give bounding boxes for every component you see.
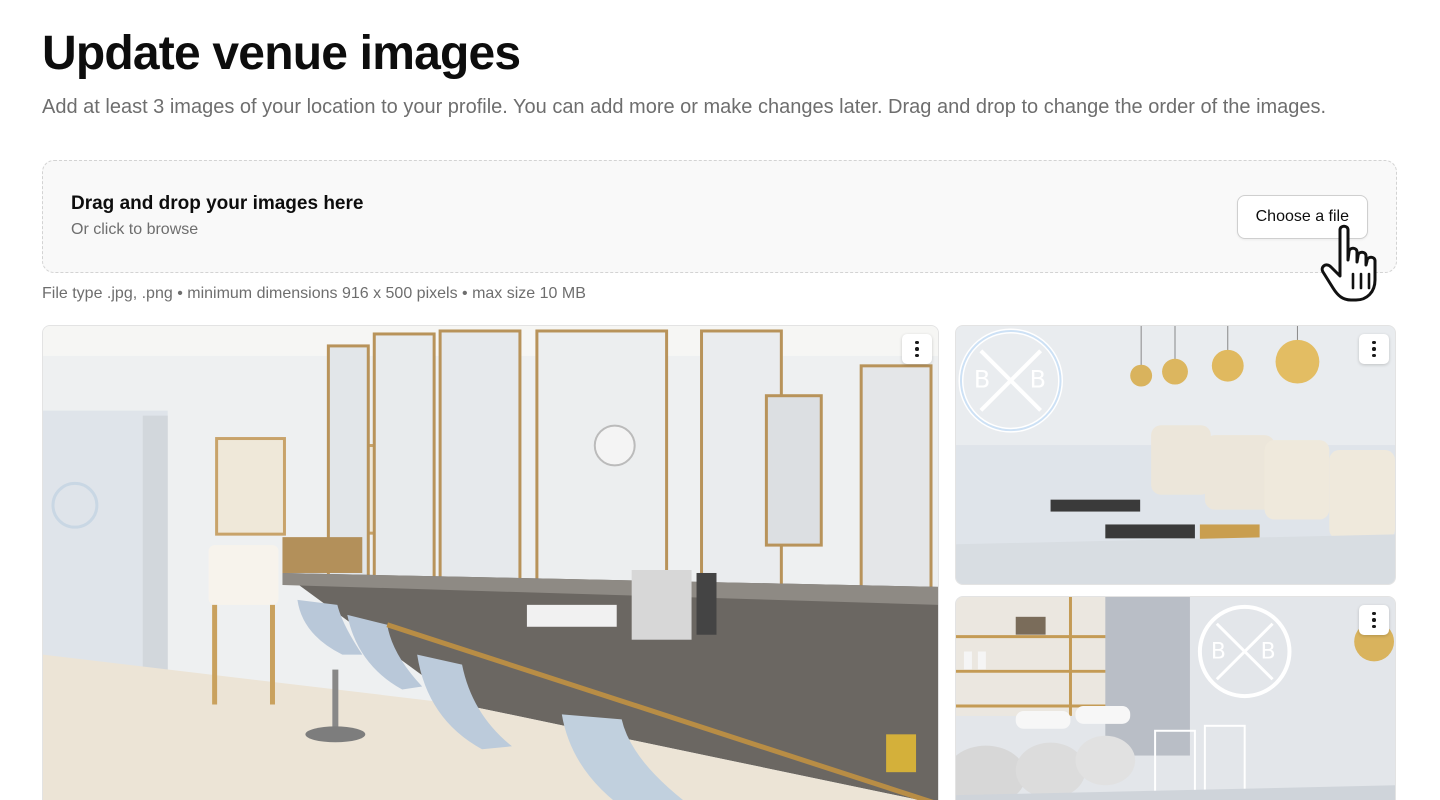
neon-letter: B [1261, 639, 1276, 664]
neon-letter: B [1211, 639, 1226, 664]
kebab-dot [1372, 611, 1376, 616]
image-options-button[interactable] [1359, 605, 1389, 635]
venue-image-2[interactable]: B B [955, 325, 1396, 585]
kebab-dot [915, 340, 919, 345]
dropzone-title: Drag and drop your images here [71, 193, 364, 214]
kebab-dot [1372, 618, 1376, 622]
page-subtitle: Add at least 3 images of your location t… [42, 96, 1327, 118]
salon-pedicure-area-photo: B B [956, 326, 1395, 584]
image-options-button[interactable] [1359, 334, 1389, 364]
neon-letter: B [1030, 366, 1046, 394]
kebab-dot [915, 353, 919, 358]
image-dropzone[interactable]: Drag and drop your images here Or click … [42, 160, 1397, 273]
neon-letter: B [974, 366, 990, 394]
file-requirements: File type .jpg, .png • minimum dimension… [42, 285, 586, 302]
venue-image-main[interactable] [42, 325, 939, 800]
kebab-dot [915, 347, 919, 351]
choose-file-button[interactable]: Choose a file [1236, 195, 1368, 239]
dropzone-subtitle: Or click to browse [71, 221, 199, 238]
kebab-dot [1372, 340, 1376, 345]
kebab-dot [1372, 347, 1376, 351]
kebab-dot [1372, 353, 1376, 358]
venue-image-3[interactable]: B B [955, 596, 1396, 800]
kebab-dot [1372, 624, 1376, 629]
image-options-button[interactable] [902, 334, 932, 364]
salon-wash-area-photo: B B [956, 597, 1395, 800]
salon-styling-stations-photo [43, 326, 938, 800]
page: Update venue images Add at least 3 image… [0, 0, 1440, 800]
page-title: Update venue images [42, 27, 521, 80]
